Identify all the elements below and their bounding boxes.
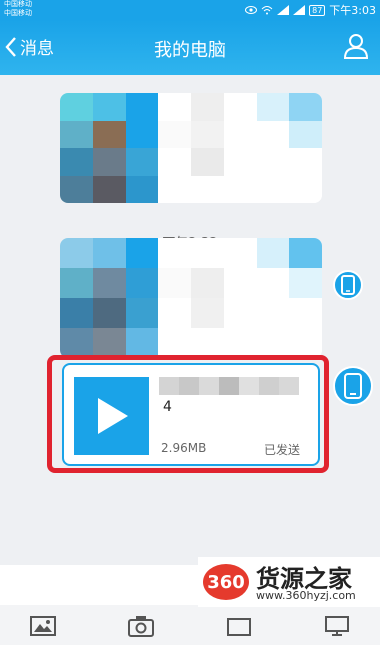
phone-icon [344, 373, 362, 399]
profile-icon[interactable] [342, 32, 370, 60]
wifi-icon [261, 6, 273, 15]
image-message-1[interactable] [60, 93, 322, 203]
pixelated-image-2 [60, 238, 322, 358]
carrier-2: 中国移动 [4, 9, 32, 17]
status-bar: 中国移动 中国移动 87 下午3:03 [0, 0, 380, 20]
camera-icon[interactable] [128, 615, 154, 637]
message-input[interactable] [0, 565, 200, 605]
send-status: 已发送 [264, 443, 301, 457]
watermark: 360 货源之家 www.360hyzj.com [198, 557, 380, 607]
clock: 下午3:03 [329, 4, 376, 17]
image-message-2[interactable] [60, 238, 322, 358]
file-size: 2.96MB [161, 441, 207, 455]
video-thumbnail[interactable] [74, 377, 149, 455]
folder-icon[interactable] [226, 615, 252, 637]
input-toolbar [0, 605, 380, 645]
nav-bar: 消息 我的电脑 [0, 20, 380, 75]
device-avatar-1[interactable] [333, 270, 363, 300]
carrier-1: 中国移动 [4, 0, 32, 8]
carrier-info: 中国移动 中国移动 [4, 0, 32, 18]
phone-icon [341, 275, 355, 295]
battery-icon: 87 [309, 4, 326, 16]
chat-area[interactable]: 下午2:32 下午3:03 4 2.96MB 已发送 [0, 75, 380, 565]
eye-icon [245, 6, 258, 14]
watermark-badge: 360 [203, 564, 249, 600]
pixelated-image [60, 93, 322, 203]
file-message[interactable]: 4 2.96MB 已发送 [62, 363, 320, 466]
computer-icon[interactable] [324, 615, 350, 637]
watermark-url: www.360hyzj.com [256, 589, 356, 602]
blurred-filename [159, 377, 299, 395]
file-name: 4 [163, 399, 172, 415]
status-icons: 87 下午3:03 [245, 2, 376, 18]
device-avatar-2[interactable] [333, 366, 373, 406]
signal-icon-2 [293, 5, 306, 15]
image-icon[interactable] [30, 615, 56, 637]
signal-icon [277, 5, 290, 15]
play-icon [97, 398, 128, 434]
page-title: 我的电脑 [154, 40, 226, 61]
